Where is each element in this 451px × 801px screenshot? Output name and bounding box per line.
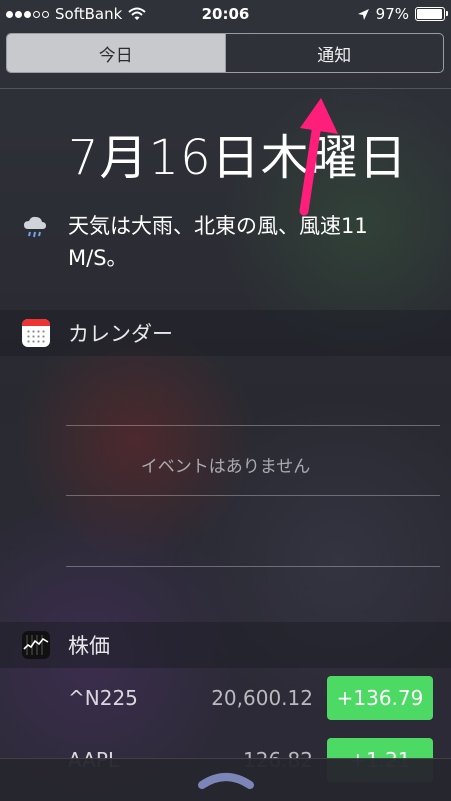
annotation-arrow-icon (299, 98, 338, 216)
battery-icon (415, 7, 448, 21)
stocks-chart-icon (22, 631, 50, 659)
stock-change-badge[interactable]: +136.79 (327, 676, 433, 720)
stocks-section-header[interactable]: 株価 (0, 622, 451, 668)
no-events-message: イベントはありません (140, 457, 311, 477)
divider (0, 88, 451, 89)
today-date: 7月16日木曜日 (68, 130, 408, 186)
weather-summary: 天気は大雨、北東の風、風速11 M/S。 (68, 214, 368, 270)
stock-price: 20,600.12 (211, 686, 313, 710)
segmented-control: 今日 通知 (6, 33, 444, 73)
rain-cloud-icon (24, 216, 46, 238)
calendar-divider (66, 495, 440, 496)
calendar-divider (66, 425, 440, 426)
status-bar: SoftBank 20:06 97% (0, 0, 451, 30)
calendar-icon-header (22, 319, 50, 326)
tab-notifications[interactable]: 通知 (224, 34, 444, 72)
calendar-divider (66, 566, 440, 567)
tab-today[interactable]: 今日 (7, 34, 225, 72)
stock-row[interactable]: ^N225 20,600.12 +136.79 (0, 676, 451, 722)
battery-percent: 97% (375, 5, 409, 23)
status-right: 97% (357, 5, 448, 23)
battery-fill (417, 9, 443, 19)
calendar-icon (22, 319, 50, 347)
stocks-title: 株価 (68, 634, 110, 658)
location-arrow-icon (357, 8, 369, 20)
stock-symbol: ^N225 (68, 686, 138, 710)
bottom-handle-bar[interactable] (0, 758, 451, 801)
calendar-title: カレンダー (68, 322, 173, 346)
calendar-section-header[interactable]: カレンダー (0, 310, 451, 356)
chevron-up-icon[interactable] (198, 767, 254, 789)
calendar-icon-grid (26, 329, 46, 343)
